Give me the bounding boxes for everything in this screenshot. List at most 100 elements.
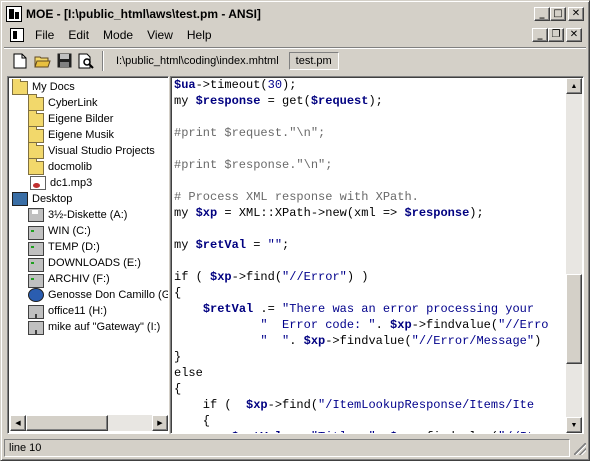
code-token: { — [174, 286, 182, 300]
tree-item[interactable]: Eigene Musik — [10, 126, 168, 143]
menu-file[interactable]: File — [28, 28, 61, 42]
title-bar[interactable]: MOE - [I:\public_html\aws\test.pm - ANSI… — [4, 4, 586, 23]
code-line[interactable]: } — [174, 349, 566, 365]
code-line[interactable]: $ua->timeout(30); — [174, 77, 566, 93]
code-line[interactable]: { — [174, 381, 566, 397]
new-file-icon[interactable] — [10, 51, 30, 71]
code-line[interactable] — [174, 253, 566, 269]
maximize-button[interactable]: □ — [550, 6, 566, 21]
tree-item-label: docmolib — [48, 161, 93, 173]
code-line[interactable] — [174, 141, 566, 157]
code-line[interactable]: #print $response."\n"; — [174, 157, 566, 173]
tree-item[interactable]: Genosse Don Camillo (G:) — [10, 287, 168, 303]
resize-grip-icon[interactable] — [572, 441, 586, 455]
tree-item[interactable]: TEMP (D:) — [10, 239, 168, 256]
minimize-button[interactable]: _ — [534, 6, 550, 21]
desktop-icon — [12, 192, 28, 206]
menu-view[interactable]: View — [140, 28, 180, 42]
code-line[interactable] — [174, 109, 566, 125]
tree-item-label: 3½-Diskette (A:) — [48, 209, 128, 221]
doc-close-button[interactable]: ✕ — [566, 28, 582, 42]
code-line[interactable] — [174, 173, 566, 189]
folder-icon — [28, 142, 44, 159]
code-token: ); — [469, 206, 484, 220]
document-icon[interactable] — [10, 28, 24, 42]
tree-item-label: Visual Studio Projects — [48, 145, 155, 157]
scroll-up-icon[interactable]: ▲ — [566, 78, 582, 94]
code-token: $request — [310, 94, 369, 108]
code-line[interactable]: # Process XML response with XPath. — [174, 189, 566, 205]
code-token: = get( — [260, 94, 311, 108]
menu-help[interactable]: Help — [180, 28, 219, 42]
code-line[interactable]: { — [174, 413, 566, 429]
code-line[interactable]: #print $request."\n"; — [174, 125, 566, 141]
doc-minimize-button[interactable]: _ — [532, 28, 548, 42]
tree-item[interactable]: Desktop — [10, 191, 168, 207]
code-line[interactable] — [174, 221, 566, 237]
tree-item[interactable]: mike auf "Gateway" (I:) — [10, 319, 168, 335]
tree-item[interactable]: CyberLink — [10, 94, 168, 111]
code-token: "//It — [498, 430, 534, 433]
code-token: "There was an error processing your — [282, 302, 535, 316]
code-token: if ( — [174, 398, 247, 412]
tree-item-label: CyberLink — [48, 97, 98, 109]
scroll-track[interactable] — [108, 415, 152, 431]
scroll-thumb[interactable] — [566, 274, 582, 364]
open-folder-icon[interactable] — [32, 51, 52, 71]
code-editor[interactable]: $ua->timeout(30); my $response = get($req… — [170, 76, 584, 434]
tree-item[interactable]: 3½-Diskette (A:) — [10, 207, 168, 223]
code-token: $xp — [195, 206, 218, 220]
code-line[interactable]: " ". $xp->findvalue("//Error/Message") — [174, 333, 566, 349]
tree-horizontal-scrollbar[interactable]: ◀ ▶ — [10, 415, 168, 431]
tab-test-pm[interactable]: test.pm — [288, 51, 339, 70]
code-line[interactable]: my $response = get($request); — [174, 93, 566, 109]
code-token: ->timeout( — [195, 78, 268, 92]
tree-item[interactable]: docmolib — [10, 158, 168, 175]
scroll-left-icon[interactable]: ◀ — [10, 415, 26, 431]
close-button[interactable]: ✕ — [568, 6, 584, 21]
menu-mode[interactable]: Mode — [96, 28, 140, 42]
editor-vertical-scrollbar[interactable]: ▲ ▼ — [566, 78, 582, 433]
code-token: " " — [174, 334, 290, 348]
tree-item[interactable]: WIN (C:) — [10, 223, 168, 240]
code-token: # Process XML response with XPath. — [174, 190, 419, 204]
tree-item[interactable]: dc1.mp3 — [10, 175, 168, 191]
tree-item[interactable]: office11 (H:) — [10, 303, 168, 319]
code-token: ->findvalue( — [412, 430, 498, 433]
print-preview-icon[interactable] — [76, 51, 96, 71]
tree-item[interactable]: ARCHIV (F:) — [10, 271, 168, 288]
code-line[interactable]: $retVal .= "Title: ". $xp->findvalue("//… — [174, 429, 566, 433]
code-line[interactable]: { — [174, 285, 566, 301]
menu-edit[interactable]: Edit — [61, 28, 96, 42]
code-line[interactable]: if ( $xp->find("/ItemLookupResponse/Item… — [174, 397, 566, 413]
app-icon[interactable] — [6, 5, 22, 22]
tree-item[interactable]: My Docs — [10, 79, 168, 95]
tree-item[interactable]: Eigene Bilder — [10, 110, 168, 127]
code-line[interactable]: else — [174, 365, 566, 381]
doc-restore-button[interactable]: ❐ — [548, 28, 564, 42]
menu-bar: File Edit Mode View Help _ ❐ ✕ — [4, 25, 586, 45]
drive-icon — [28, 273, 44, 288]
tree-item[interactable]: Visual Studio Projects — [10, 142, 168, 159]
scroll-track[interactable] — [566, 364, 582, 417]
code-line[interactable]: if ( $xp->find("//Error") ) — [174, 269, 566, 285]
scroll-right-icon[interactable]: ▶ — [152, 415, 168, 431]
code-line[interactable]: my $retVal = ""; — [174, 237, 566, 253]
code-token: $xp — [390, 318, 412, 332]
code-token: = XML::XPath->new(xml => — [217, 206, 405, 220]
folder-icon — [28, 158, 44, 175]
network-drive-icon — [28, 305, 44, 319]
save-disk-icon[interactable] — [54, 51, 74, 71]
scroll-thumb[interactable] — [26, 415, 108, 431]
tree-item[interactable]: DOWNLOADS (E:) — [10, 255, 168, 272]
code-text[interactable]: $ua->timeout(30); my $response = get($req… — [174, 77, 566, 433]
code-token: . — [375, 318, 391, 332]
code-token: my — [174, 206, 196, 220]
tab-index-mhtml[interactable]: I:\public_html\coding\index.mhtml — [110, 52, 285, 70]
code-line[interactable]: $retVal .= "There was an error processin… — [174, 301, 566, 317]
code-line[interactable]: " Error code: ". $xp->findvalue("//Erro — [174, 317, 566, 333]
code-line[interactable]: my $xp = XML::XPath->new(xml => $respons… — [174, 205, 566, 221]
code-token: "//Error" — [282, 270, 347, 284]
scroll-down-icon[interactable]: ▼ — [566, 417, 582, 433]
status-line-indicator: line 10 — [4, 438, 570, 457]
